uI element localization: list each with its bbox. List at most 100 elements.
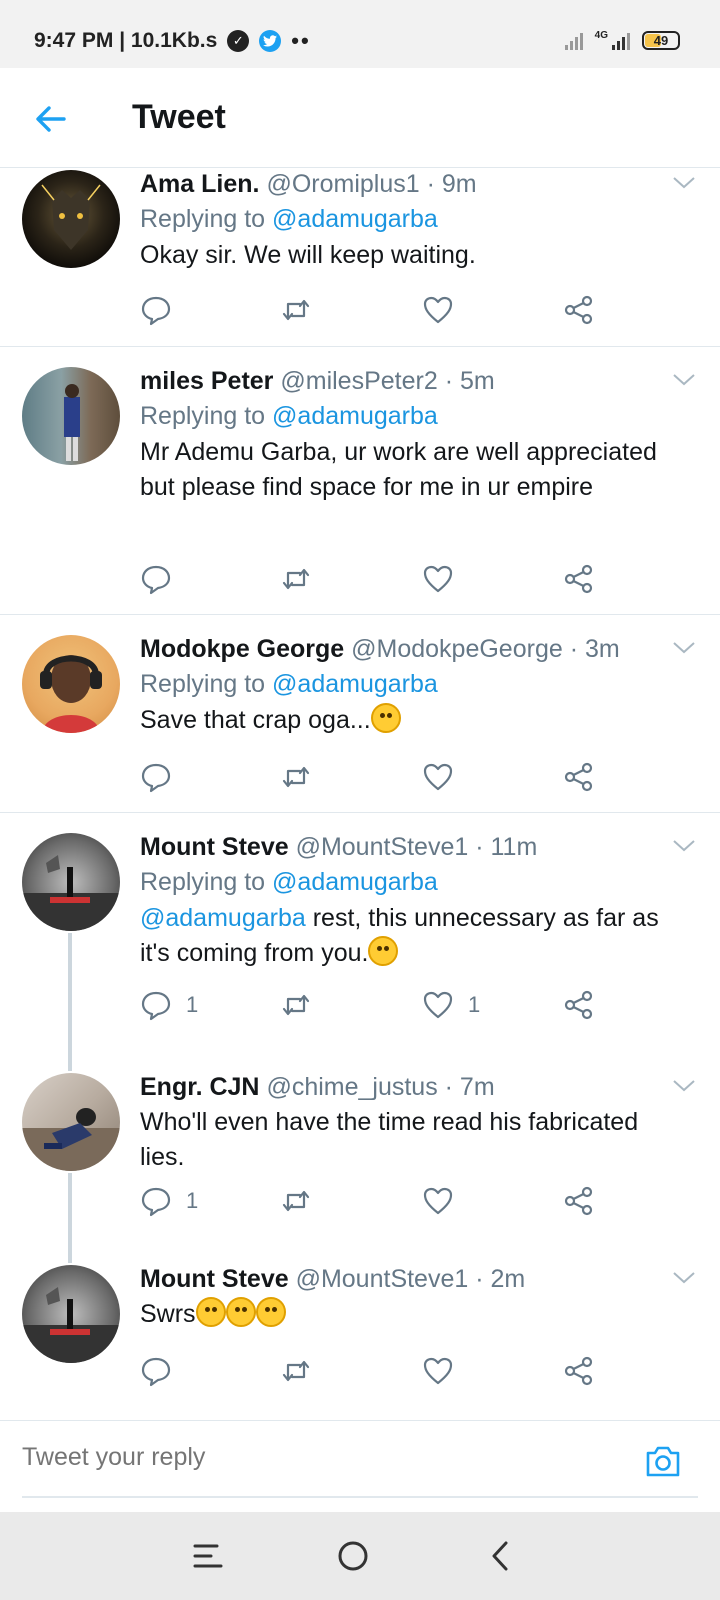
status-bar: 9:47 PM | 10.1Kb.s ✓ •• 4G 49 bbox=[0, 0, 720, 68]
replying-prefix: Replying to bbox=[140, 205, 266, 233]
rofl-emoji-icon bbox=[195, 1297, 226, 1327]
menu-button[interactable] bbox=[186, 1534, 230, 1578]
like-icon bbox=[423, 1187, 453, 1215]
chevron-down-icon[interactable] bbox=[672, 839, 696, 853]
author-handle[interactable]: @milesPeter2 · 5m bbox=[280, 367, 494, 395]
tweet-item[interactable]: Engr. CJN @chime_justus · 7m Who'll even… bbox=[0, 1061, 720, 1253]
battery-level: 49 bbox=[653, 32, 669, 48]
author-handle[interactable]: @MountSteve1 · 2m bbox=[296, 1265, 526, 1293]
reply-button[interactable] bbox=[140, 1355, 186, 1387]
like-button[interactable] bbox=[422, 761, 468, 793]
back-arrow-icon[interactable] bbox=[34, 102, 68, 136]
chevron-down-icon[interactable] bbox=[672, 1271, 696, 1285]
tweet-item[interactable]: Modokpe George @ModokpeGeorge · 3m Reply… bbox=[0, 615, 720, 813]
reply-button[interactable] bbox=[140, 294, 186, 326]
author-name[interactable]: Mount Steve bbox=[140, 1265, 289, 1293]
reply-count: 1 bbox=[186, 992, 199, 1017]
like-button[interactable] bbox=[422, 294, 468, 326]
tweet-actions bbox=[140, 294, 610, 328]
like-button[interactable] bbox=[422, 1355, 468, 1387]
network-type: 4G bbox=[594, 30, 608, 41]
like-button[interactable] bbox=[422, 1185, 468, 1217]
tweet-actions bbox=[140, 761, 610, 795]
author-handle[interactable]: @Oromiplus1 · 9m bbox=[266, 170, 476, 198]
back-button[interactable] bbox=[478, 1534, 522, 1578]
retweet-button[interactable] bbox=[280, 989, 312, 1021]
chevron-down-icon[interactable] bbox=[672, 1079, 696, 1093]
eye-roll-emoji-icon bbox=[368, 936, 399, 966]
tweet-item[interactable]: Mount Steve @MountSteve1 · 2m Swrs bbox=[0, 1253, 720, 1420]
avatar[interactable] bbox=[22, 833, 120, 931]
like-button[interactable]: 1 bbox=[422, 989, 480, 1021]
retweet-icon bbox=[282, 299, 310, 321]
avatar[interactable] bbox=[22, 367, 120, 465]
reply-button[interactable] bbox=[140, 761, 186, 793]
tweet-item[interactable]: Ama Lien. @Oromiplus1 · 9m Replying to @… bbox=[0, 168, 720, 347]
share-button[interactable] bbox=[563, 1185, 595, 1217]
share-button[interactable] bbox=[563, 989, 595, 1021]
share-button[interactable] bbox=[563, 563, 595, 595]
retweet-button[interactable] bbox=[280, 761, 312, 793]
chevron-down-icon[interactable] bbox=[672, 373, 696, 387]
share-icon bbox=[564, 990, 593, 1020]
reply-input[interactable] bbox=[22, 1443, 582, 1472]
retweet-button[interactable] bbox=[280, 563, 312, 595]
signal-2-icon bbox=[612, 30, 630, 50]
replying-handle[interactable]: @adamugarba bbox=[272, 402, 438, 430]
share-button[interactable] bbox=[563, 1355, 595, 1387]
replying-handle[interactable]: @adamugarba bbox=[272, 868, 438, 896]
replying-handle[interactable]: @adamugarba bbox=[272, 670, 438, 698]
menu-icon bbox=[193, 1544, 223, 1568]
like-count: 1 bbox=[468, 992, 481, 1017]
tweet-text: Save that crap oga... bbox=[140, 706, 371, 734]
reply-button[interactable]: 1 bbox=[140, 1185, 198, 1217]
thread-connector bbox=[68, 1173, 72, 1253]
avatar[interactable] bbox=[22, 1265, 120, 1363]
share-button[interactable] bbox=[563, 294, 595, 326]
reply-button[interactable]: 1 bbox=[140, 989, 198, 1021]
retweet-icon bbox=[282, 1190, 310, 1212]
author-name[interactable]: Mount Steve bbox=[140, 833, 289, 861]
reply-button[interactable] bbox=[140, 563, 186, 595]
share-icon bbox=[564, 564, 593, 594]
thread-connector bbox=[68, 1253, 72, 1263]
like-icon bbox=[423, 991, 453, 1019]
retweet-icon bbox=[282, 568, 310, 590]
tweet-actions: 1 bbox=[140, 1185, 610, 1219]
share-button[interactable] bbox=[563, 761, 595, 793]
replying-prefix: Replying to bbox=[140, 868, 266, 896]
retweet-button[interactable] bbox=[280, 1185, 312, 1217]
like-icon bbox=[423, 763, 453, 791]
inline-mention[interactable]: @adamugarba bbox=[140, 904, 306, 932]
author-name[interactable]: Modokpe George bbox=[140, 635, 344, 663]
like-button[interactable] bbox=[422, 563, 468, 595]
retweet-icon bbox=[282, 1360, 310, 1382]
author-name[interactable]: Engr. CJN bbox=[140, 1073, 259, 1101]
replying-handle[interactable]: @adamugarba bbox=[272, 205, 438, 233]
reply-divider bbox=[22, 1496, 698, 1498]
notification-dots: •• bbox=[291, 28, 311, 53]
tweet-item[interactable]: miles Peter @milesPeter2 · 5m Replying t… bbox=[0, 347, 720, 615]
retweet-button[interactable] bbox=[280, 294, 312, 326]
chevron-down-icon[interactable] bbox=[672, 641, 696, 655]
author-name[interactable]: miles Peter bbox=[140, 367, 273, 395]
avatar[interactable] bbox=[22, 635, 120, 733]
share-icon bbox=[564, 762, 593, 792]
author-handle[interactable]: @chime_justus · 7m bbox=[266, 1073, 494, 1101]
chevron-down-icon[interactable] bbox=[672, 176, 696, 190]
author-name[interactable]: Ama Lien. bbox=[140, 170, 259, 198]
author-handle[interactable]: @MountSteve1 · 11m bbox=[296, 833, 538, 861]
twitter-bird-icon bbox=[259, 30, 282, 52]
author-handle[interactable]: @ModokpeGeorge · 3m bbox=[351, 635, 620, 663]
system-nav-bar bbox=[0, 1512, 720, 1600]
tweet-item[interactable]: Mount Steve @MountSteve1 · 11m Replying … bbox=[0, 813, 720, 1061]
rofl-emoji-icon bbox=[225, 1297, 256, 1327]
status-left: 9:47 PM | 10.1Kb.s ✓ •• bbox=[34, 28, 311, 54]
verified-check-icon: ✓ bbox=[227, 30, 250, 52]
home-button[interactable] bbox=[331, 1534, 375, 1578]
retweet-button[interactable] bbox=[280, 1355, 312, 1387]
avatar[interactable] bbox=[22, 1073, 120, 1171]
avatar[interactable] bbox=[22, 170, 120, 268]
replies-timeline[interactable]: Ama Lien. @Oromiplus1 · 9m Replying to @… bbox=[0, 168, 720, 1420]
camera-icon[interactable] bbox=[644, 1443, 682, 1479]
